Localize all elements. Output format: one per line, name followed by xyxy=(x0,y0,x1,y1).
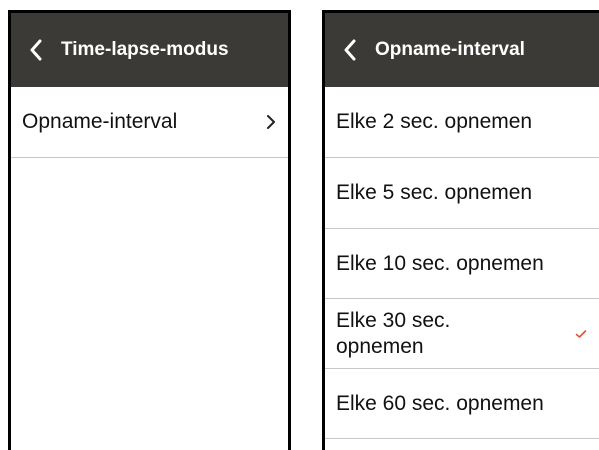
time-lapse-mode-screen: Time-lapse-modus Opname-interval xyxy=(8,10,291,450)
chevron-right-icon xyxy=(267,115,275,129)
header-bar: Time-lapse-modus xyxy=(11,13,288,87)
interval-option-30-sec[interactable]: Elke 30 sec. opnemen xyxy=(325,299,599,369)
chevron-left-icon xyxy=(344,39,356,61)
chevron-left-icon xyxy=(30,39,42,61)
header-bar: Opname-interval xyxy=(325,13,599,87)
interval-option-2-sec[interactable]: Elke 2 sec. opnemen xyxy=(325,87,599,158)
checkmark-icon xyxy=(575,329,587,338)
interval-option-60-sec[interactable]: Elke 60 sec. opnemen xyxy=(325,369,599,439)
recording-interval-screen: Opname-interval Elke 2 sec. opnemen Elke… xyxy=(322,10,599,450)
page-title: Opname-interval xyxy=(375,39,525,60)
back-button[interactable] xyxy=(11,13,61,87)
interval-option-5-sec[interactable]: Elke 5 sec. opnemen xyxy=(325,158,599,229)
menu-item-opname-interval[interactable]: Opname-interval xyxy=(11,87,288,158)
option-label: Elke 5 sec. opnemen xyxy=(336,181,533,204)
option-label: Elke 30 sec. opnemen xyxy=(336,308,451,358)
page-title: Time-lapse-modus xyxy=(61,39,229,60)
option-label: Elke 2 sec. opnemen xyxy=(336,110,533,133)
menu-item-label: Opname-interval xyxy=(22,110,178,133)
back-button[interactable] xyxy=(325,13,375,87)
option-label: Elke 60 sec. opnemen xyxy=(336,391,544,415)
option-label: Elke 10 sec. opnemen xyxy=(336,251,544,275)
interval-option-10-sec[interactable]: Elke 10 sec. opnemen xyxy=(325,229,599,299)
